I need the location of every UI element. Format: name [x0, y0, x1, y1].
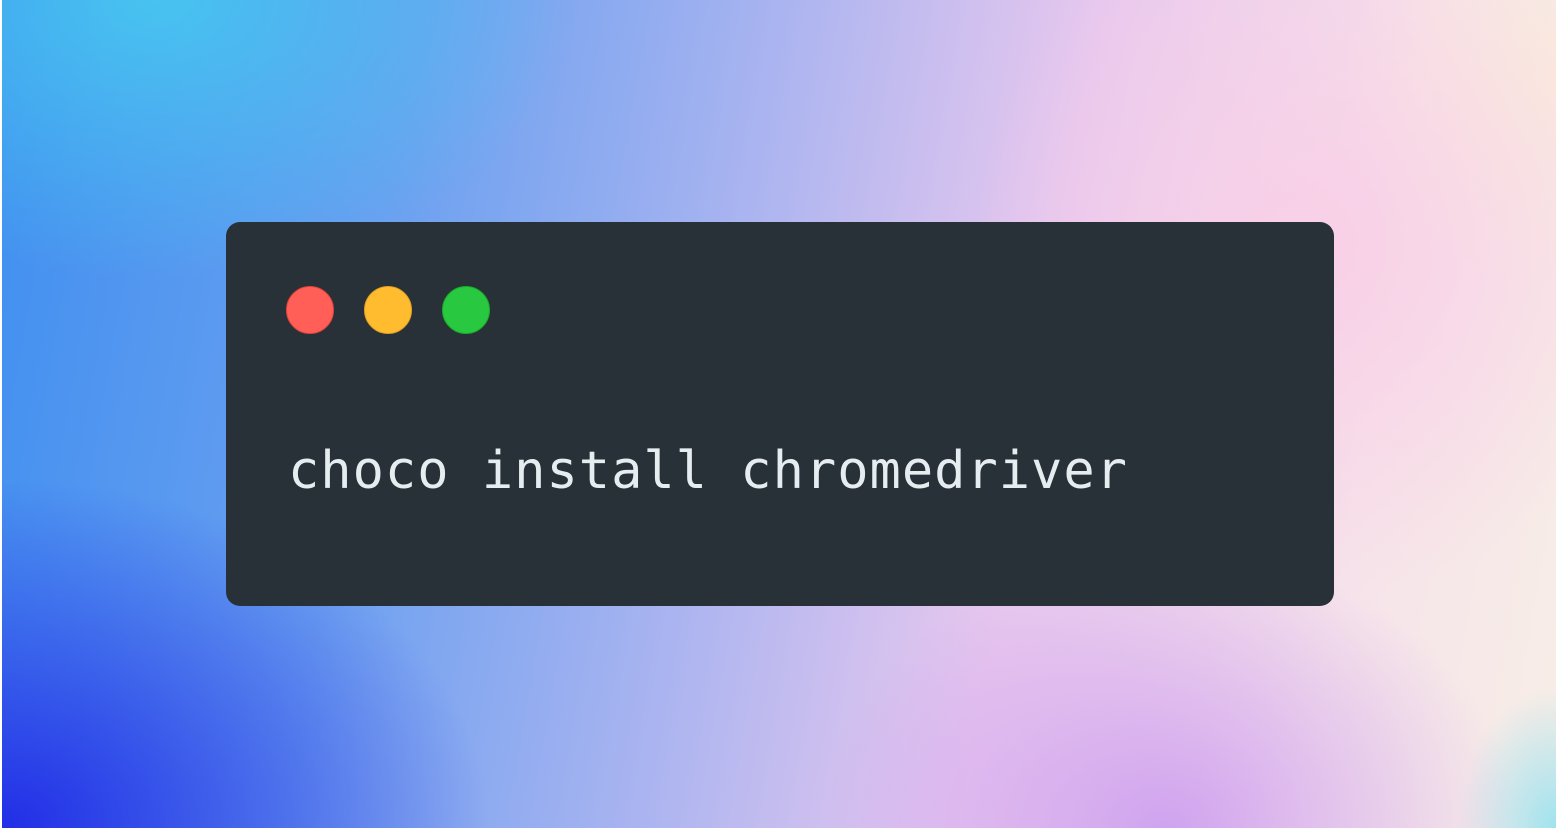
- minimize-window-icon[interactable]: [364, 286, 412, 334]
- terminal-window: choco install chromedriver: [226, 222, 1334, 606]
- command-text: choco install chromedriver: [288, 441, 1128, 501]
- close-window-icon[interactable]: [286, 286, 334, 334]
- maximize-window-icon[interactable]: [442, 286, 490, 334]
- window-controls: [286, 286, 490, 334]
- left-edge-strip: [0, 0, 2, 828]
